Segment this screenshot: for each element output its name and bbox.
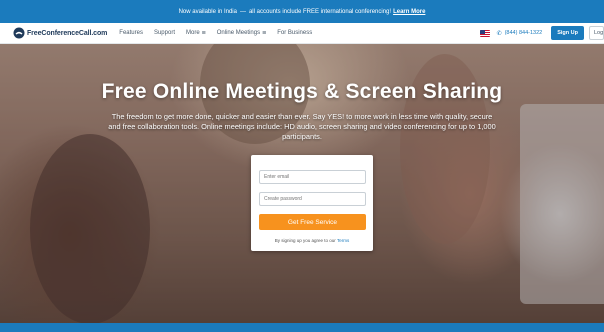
- phone-number[interactable]: (844) 844-1322: [505, 30, 543, 36]
- nav-features[interactable]: Features: [119, 30, 143, 36]
- hero-title: Free Online Meetings & Screen Sharing: [101, 80, 503, 103]
- terms-notice: By signing up you agree to our Terms: [251, 238, 373, 243]
- hero-section: Free Online Meetings & Screen Sharing Th…: [0, 44, 604, 323]
- email-field[interactable]: [259, 170, 366, 184]
- sign-up-button[interactable]: Sign Up: [551, 26, 584, 40]
- announcement-bar: Now available in India — all accounts in…: [0, 0, 604, 23]
- top-navigation: FreeConferenceCall.com Features Support …: [0, 23, 604, 44]
- learn-more-link[interactable]: Learn More: [393, 9, 425, 15]
- us-flag-icon[interactable]: [479, 29, 490, 37]
- terms-link[interactable]: Terms: [337, 238, 349, 243]
- nav-right-group: ✆ (844) 844-1322 Sign Up Log In: [479, 26, 604, 40]
- signup-card: Get Free Service By signing up you agree…: [251, 155, 373, 251]
- conference-phone-logo-icon: [13, 27, 25, 39]
- site-logo[interactable]: FreeConferenceCall.com: [13, 27, 107, 39]
- password-field[interactable]: [259, 192, 366, 206]
- terms-text: By signing up you agree to our: [274, 238, 336, 243]
- nav-support[interactable]: Support: [154, 30, 175, 36]
- get-free-service-button[interactable]: Get Free Service: [259, 214, 366, 230]
- hero-subtitle: The freedom to get more done, quicker an…: [108, 112, 496, 141]
- nav-online-meetings-label: Online Meetings: [216, 30, 261, 36]
- nav-for-business-label: For Business: [277, 30, 313, 36]
- menu-icon: ≡: [262, 29, 267, 37]
- logo-text: FreeConferenceCall.com: [27, 29, 108, 37]
- nav-support-label: Support: [153, 30, 175, 36]
- menu-icon: ≡: [201, 29, 206, 37]
- log-in-button[interactable]: Log In: [589, 26, 604, 40]
- nav-for-business[interactable]: For Business: [277, 30, 312, 36]
- announcement-separator: —: [239, 8, 246, 15]
- announcement-detail: all accounts include FREE international …: [248, 8, 392, 15]
- nav-features-label: Features: [119, 30, 143, 36]
- phone-icon: ✆: [496, 30, 502, 37]
- bottom-band: [0, 323, 604, 332]
- announcement-text: Now available in India: [178, 8, 237, 15]
- nav-more-label: More: [185, 30, 200, 36]
- nav-more[interactable]: More ≡: [186, 30, 206, 37]
- nav-online-meetings[interactable]: Online Meetings ≡: [217, 30, 266, 37]
